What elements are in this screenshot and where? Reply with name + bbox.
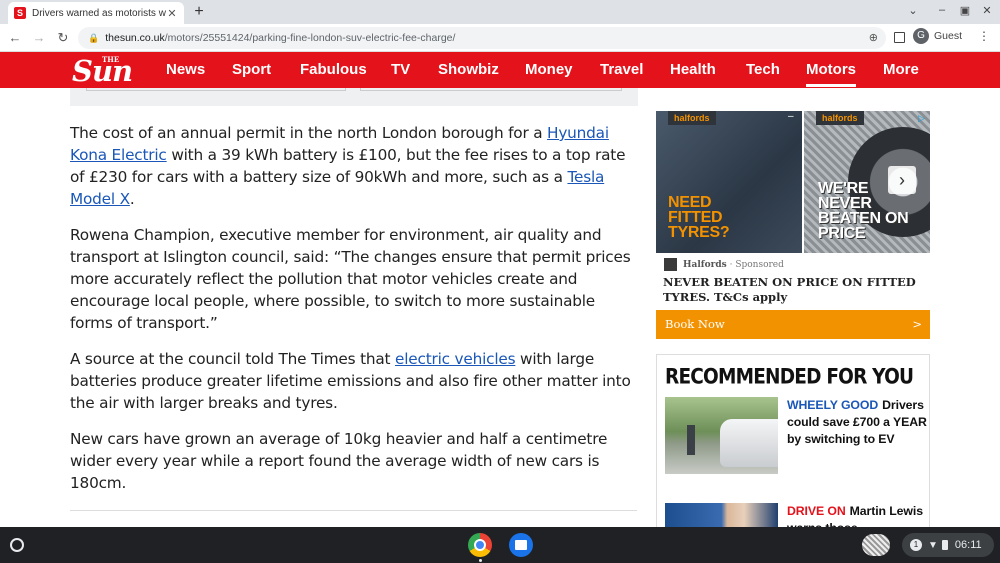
- tab-strip: S Drivers warned as motorists with ✕ + ⌄…: [0, 0, 1000, 24]
- logo-prefix: THE: [102, 55, 120, 64]
- recommended-item[interactable]: WHEELY GOOD Drivers could save £700 a YEA…: [665, 397, 927, 477]
- side-panel-icon[interactable]: [894, 32, 905, 43]
- status-tray[interactable]: 1 ▼ 06:11: [902, 533, 994, 557]
- article-paragraph: The cost of an annual permit in the nort…: [70, 124, 626, 208]
- lock-icon[interactable]: 🔒: [88, 33, 99, 44]
- launcher-icon[interactable]: [10, 538, 24, 552]
- wifi-icon: ▼: [928, 539, 938, 551]
- nav-travel[interactable]: Travel: [600, 61, 643, 78]
- nav-news[interactable]: News: [166, 61, 205, 78]
- recommended-panel: RECOMMENDED FOR YOU WHEELY GOOD Drivers c…: [656, 354, 930, 534]
- forward-button[interactable]: →: [30, 29, 48, 47]
- os-shelf: 1 ▼ 06:11: [0, 527, 1000, 563]
- url-host: thesun.co.uk: [105, 32, 165, 44]
- halfords-logo: halfords: [816, 111, 864, 125]
- ad-advertiser: Halfords: [683, 259, 727, 270]
- tab-search-chevron-icon[interactable]: ⌄: [906, 4, 920, 17]
- electric-vehicles-link[interactable]: electric vehicles: [395, 350, 516, 368]
- related-card[interactable]: [86, 88, 346, 91]
- book-now-label: Book Now: [665, 317, 725, 331]
- ad-sponsor: Halfords · Sponsored: [664, 258, 784, 271]
- article-body: The cost of an annual permit in the nort…: [70, 122, 640, 508]
- battery-icon: [941, 540, 948, 550]
- adchoices-icon[interactable]: ▷: [918, 113, 925, 124]
- ad-image-text: NEED FITTED TYRES?: [668, 194, 730, 241]
- notification-badge: 1: [910, 539, 922, 551]
- ev-charging-thumbnail[interactable]: [665, 397, 778, 474]
- files-app-icon[interactable]: [509, 533, 533, 557]
- profile-button[interactable]: G Guest: [913, 28, 962, 44]
- restore-button[interactable]: ▣: [958, 4, 972, 17]
- nav-more[interactable]: More: [883, 61, 919, 78]
- halfords-square-logo-icon: [664, 258, 677, 271]
- ad-sponsored-label: · Sponsored: [729, 259, 784, 270]
- chrome-icon[interactable]: [468, 533, 492, 557]
- recommended-headline[interactable]: WHEELY GOOD Drivers could save £700 a YEA…: [787, 397, 929, 448]
- nav-tv[interactable]: TV: [391, 61, 410, 78]
- arrow-right-icon: >: [912, 317, 922, 331]
- menu-kebab-icon[interactable]: ⋮: [978, 29, 990, 43]
- address-bar[interactable]: 🔒 thesun.co.uk /motors/25551424/parking-…: [78, 27, 886, 49]
- new-tab-button[interactable]: +: [190, 2, 208, 22]
- browser-tab[interactable]: S Drivers warned as motorists with ✕: [8, 2, 184, 24]
- close-window-button[interactable]: ✕: [980, 4, 994, 17]
- sun-favicon-icon: S: [14, 7, 26, 19]
- halfords-logo: halfords: [668, 111, 716, 125]
- recommended-title: RECOMMENDED FOR YOU: [665, 365, 914, 390]
- article-paragraph: Rowena Champion, executive member for en…: [70, 226, 631, 332]
- nav-health[interactable]: Health: [670, 61, 716, 78]
- back-button[interactable]: ←: [6, 29, 24, 47]
- site-nav: THE Sun News Sport Fabulous TV Showbiz M…: [0, 52, 1000, 88]
- nav-sport[interactable]: Sport: [232, 61, 271, 78]
- article-paragraph: A source at the council told The Times t…: [70, 350, 631, 412]
- related-box: [70, 88, 638, 106]
- nav-showbiz[interactable]: Showbiz: [438, 61, 499, 78]
- nav-tech[interactable]: Tech: [746, 61, 780, 78]
- close-tab-icon[interactable]: ✕: [166, 7, 178, 20]
- running-indicator: [479, 559, 482, 562]
- clock-time: 06:11: [954, 539, 982, 551]
- article-paragraph: New cars have grown an average of 10kg h…: [70, 430, 608, 492]
- nav-money[interactable]: Money: [525, 61, 573, 78]
- divider: [70, 510, 637, 511]
- ad-close-icon[interactable]: –: [788, 111, 794, 122]
- nav-fabulous[interactable]: Fabulous: [300, 61, 367, 78]
- carousel-next-chevron-icon[interactable]: ›: [888, 166, 916, 194]
- book-now-button[interactable]: Book Now >: [656, 310, 930, 339]
- url-path: /motors/25551424/parking-fine-london-suv…: [164, 32, 456, 44]
- recommended-kicker: WHEELY GOOD: [787, 398, 879, 412]
- nav-motors[interactable]: Motors: [806, 61, 856, 87]
- recommended-kicker: DRIVE ON: [787, 504, 846, 518]
- ad-image-tyres[interactable]: halfords – NEED FITTED TYRES?: [656, 111, 802, 253]
- reload-button[interactable]: ↻: [54, 29, 72, 47]
- holding-space-icon[interactable]: [862, 534, 890, 556]
- ad-headline[interactable]: NEVER BEATEN ON PRICE ON FITTED TYRES. T…: [663, 275, 925, 305]
- avatar: G: [913, 28, 929, 44]
- tab-title: Drivers warned as motorists with: [32, 7, 166, 19]
- toolbar: ← → ↻ 🔒 thesun.co.uk /motors/25551424/pa…: [0, 24, 1000, 52]
- zoom-icon[interactable]: ⊕: [869, 31, 878, 44]
- halfords-ad[interactable]: halfords – NEED FITTED TYRES? halfords W…: [656, 111, 930, 341]
- minimize-button[interactable]: –: [935, 4, 949, 16]
- car-image: [720, 419, 778, 467]
- profile-label: Guest: [934, 30, 963, 42]
- charger-image: [687, 425, 695, 455]
- related-card[interactable]: [360, 88, 622, 91]
- sun-logo[interactable]: THE Sun: [72, 54, 133, 88]
